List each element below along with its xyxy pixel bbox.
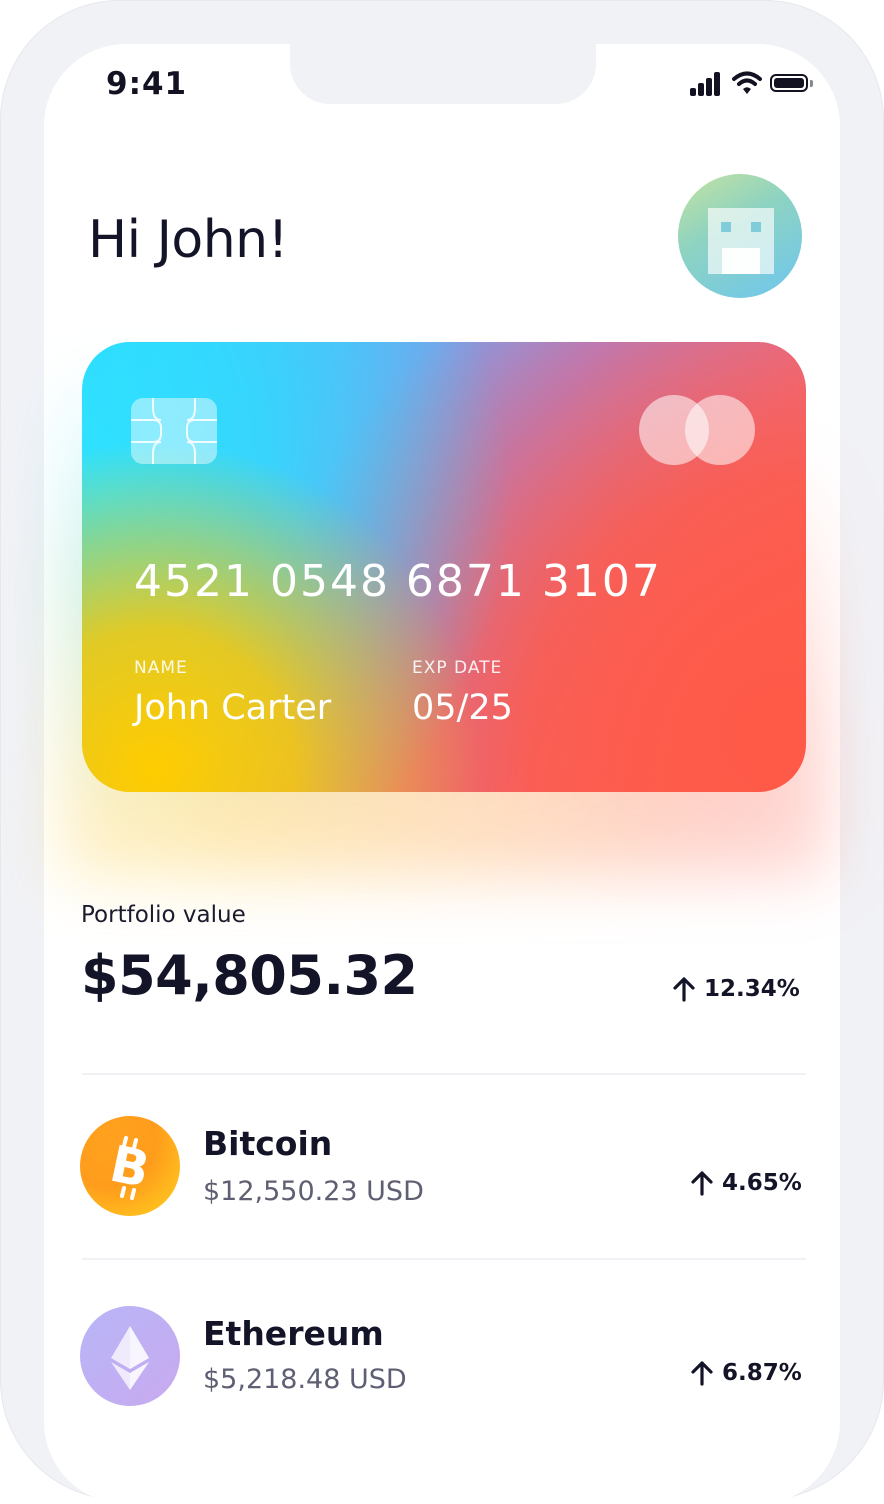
asset-change: 6.87%	[690, 1360, 802, 1386]
divider	[82, 1073, 806, 1075]
signal-icon	[690, 70, 724, 96]
ethereum-icon	[80, 1306, 180, 1406]
portfolio-change-value: 12.34%	[704, 976, 800, 1002]
greeting-title: Hi John!	[88, 210, 289, 270]
battery-tip	[810, 80, 813, 87]
svg-text:B: B	[105, 1135, 154, 1200]
portfolio-value: $54,805.32	[81, 944, 418, 1007]
avatar-eye-right	[751, 222, 761, 232]
credit-card[interactable]: 4521 0548 6871 3107 NAME John Carter EXP…	[82, 342, 806, 792]
card-number: 4521 0548 6871 3107	[134, 556, 662, 607]
avatar[interactable]	[678, 174, 802, 298]
card-exp-label: EXP DATE	[412, 658, 503, 678]
card-chip-icon	[131, 398, 217, 464]
asset-change-value: 4.65%	[722, 1170, 802, 1196]
asset-price: $12,550.23 USD	[203, 1176, 424, 1207]
bitcoin-icon: B	[80, 1116, 180, 1216]
arrow-up-icon	[691, 1361, 713, 1386]
mastercard-circle-right	[685, 395, 755, 465]
arrow-up-icon	[691, 1171, 713, 1196]
asset-price: $5,218.48 USD	[203, 1364, 407, 1395]
avatar-face-icon	[708, 208, 774, 274]
phone-notch	[290, 44, 596, 104]
asset-name: Bitcoin	[203, 1124, 333, 1163]
avatar-mouth	[722, 248, 760, 274]
status-time: 9:41	[106, 66, 188, 102]
card-name-value: John Carter	[134, 688, 332, 728]
arrow-up-icon	[673, 977, 695, 1002]
card-exp-value: 05/25	[412, 688, 513, 728]
divider	[82, 1258, 806, 1260]
status-icons	[688, 70, 818, 100]
portfolio-change: 12.34%	[672, 976, 800, 1002]
wifi-icon	[732, 70, 762, 96]
battery-icon	[770, 74, 808, 92]
card-name-label: NAME	[134, 658, 188, 678]
portfolio-label: Portfolio value	[81, 902, 246, 928]
asset-name: Ethereum	[203, 1314, 384, 1353]
asset-change: 4.65%	[690, 1170, 802, 1196]
asset-change-value: 6.87%	[722, 1360, 802, 1386]
avatar-eye-left	[721, 222, 731, 232]
mastercard-logo-icon	[639, 395, 757, 465]
